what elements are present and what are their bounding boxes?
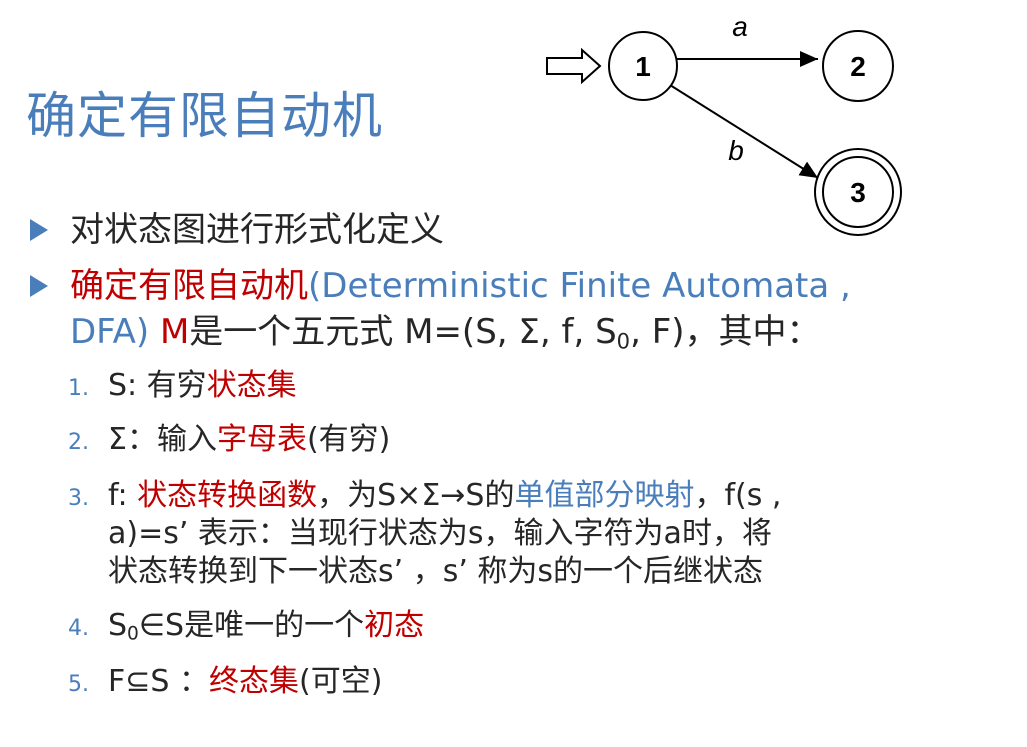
list-item-4: 4. S0∈S是唯一的一个初态 <box>68 608 424 653</box>
item-1-term: 状态集 <box>206 368 297 403</box>
item-4-mid: ∈S是唯一的一个 <box>138 608 365 643</box>
item-2-term: 字母表 <box>216 422 307 457</box>
item-4-sub: 0 <box>127 623 139 645</box>
bullet-2-line-1: 确定有限自动机(Deterministic Finite Automata , <box>70 264 851 308</box>
bullet-2-term: 确定有限自动机 <box>70 266 308 306</box>
bullet-2-m: M <box>159 312 190 352</box>
item-3-mid: ，为S×Σ→S的 <box>317 478 515 513</box>
bullet-2-sub: 0 <box>616 328 631 354</box>
list-number: 3. <box>68 486 89 511</box>
edge-label-b: b <box>728 135 744 166</box>
bullet-2-def-1: 是一个五元式 M=(S, Σ, f, S <box>189 312 617 352</box>
item-3-mapping: 单值部分映射 <box>514 478 695 513</box>
list-item-3-line-3: 状态转换到下一状态s’ ，s’ 称为s的一个后继状态 <box>108 554 764 589</box>
list-item-3: 3. f: 状态转换函数，为S×Σ→S的单值部分映射，f(s , <box>68 478 781 517</box>
item-3-pre: f: <box>108 478 138 513</box>
start-arrow-icon <box>546 47 602 85</box>
list-item-2: 2. Σ：输入字母表(有穷) <box>68 422 390 461</box>
state-label-1: 1 <box>635 51 651 82</box>
bullet-2-abbrev: DFA) <box>70 312 160 352</box>
state-label-3: 3 <box>850 177 866 208</box>
item-1-pre: S: 有穷 <box>108 368 207 403</box>
list-number: 1. <box>68 376 89 401</box>
list-number: 4. <box>68 616 89 641</box>
item-3-post: ，f(s , <box>694 478 782 513</box>
item-5-post: (可空) <box>298 664 383 699</box>
item-3-term: 状态转换函数 <box>137 478 318 513</box>
bullet-2-def-2: , F)，其中： <box>630 312 821 352</box>
bullet-2-english: (Deterministic Finite Automata , <box>308 266 851 306</box>
list-item-5: 5. F⊆S ：终态集(可空) <box>68 664 382 703</box>
item-4-pre: S <box>108 608 128 643</box>
bullet-triangle-icon <box>30 219 48 241</box>
bullet-2-line-2: DFA) M是一个五元式 M=(S, Σ, f, S0, F)，其中： <box>70 310 821 363</box>
list-number: 2. <box>68 430 89 455</box>
edge-1-3 <box>669 84 819 179</box>
item-4-term: 初态 <box>364 608 425 643</box>
item-5-term: 终态集 <box>208 664 299 699</box>
bullet-1-text: 对状态图进行形式化定义 <box>70 210 444 250</box>
item-5-pre: F⊆S ： <box>108 664 209 699</box>
edge-label-a: a <box>732 11 748 42</box>
list-item-3-line-2: a)=s’ 表示：当现行状态为s，输入字符为a时，将 <box>108 516 772 551</box>
list-item-1: 1. S: 有穷状态集 <box>68 368 297 407</box>
list-number: 5. <box>68 672 89 697</box>
item-2-post: (有穷) <box>306 422 391 457</box>
state-label-2: 2 <box>850 51 866 82</box>
item-2-pre: Σ：输入 <box>108 422 217 457</box>
bullet-triangle-icon <box>30 275 48 297</box>
